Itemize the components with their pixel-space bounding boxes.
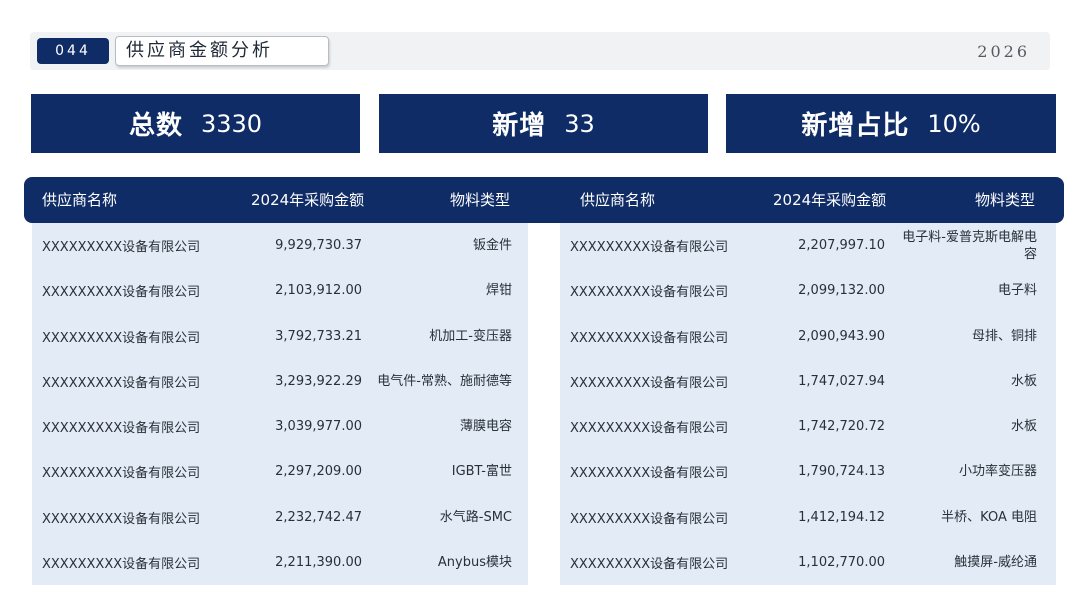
table-row: XXXXXXXXX设备有限公司 2,090,943.90 母排、铜排 <box>560 314 1056 359</box>
table-row: XXXXXXXXX设备有限公司 2,099,132.00 电子料 <box>560 268 1056 313</box>
material-type-cell: 触摸屏-威纶通 <box>954 554 1037 570</box>
year-label: 2026 <box>977 42 1030 61</box>
stat-new: 新增 33 <box>379 94 708 153</box>
table-row: XXXXXXXXX设备有限公司 1,747,027.94 水板 <box>560 359 1056 404</box>
material-type-cell: 薄膜电容 <box>459 419 512 435</box>
amount-cell: 1,742,720.72 <box>798 419 885 435</box>
table-row: XXXXXXXXX设备有限公司 2,297,209.00 IGBT-富世 <box>32 449 528 494</box>
material-type-cell: 水板 <box>1010 419 1037 435</box>
column-header-amount-right: 2024年采购金额 <box>773 191 887 209</box>
table-row: XXXXXXXXX设备有限公司 2,232,742.47 水气路-SMC <box>32 495 528 540</box>
table-panel-left: XXXXXXXXX设备有限公司 9,929,730.37 钣金件 XXXXXXX… <box>32 223 528 585</box>
amount-cell: 2,090,943.90 <box>798 328 885 344</box>
column-header-amount-left: 2024年采购金额 <box>251 191 365 209</box>
material-type-cell: 水板 <box>1010 373 1037 389</box>
material-type-cell: 小功率变压器 <box>958 464 1037 480</box>
amount-cell: 1,747,027.94 <box>798 373 885 389</box>
amount-cell: 1,102,770.00 <box>798 554 885 570</box>
column-header-type-left: 物料类型 <box>450 191 511 209</box>
amount-cell: 2,297,209.00 <box>275 464 362 480</box>
stat-total-value: 3330 <box>200 109 263 138</box>
table-row: XXXXXXXXX设备有限公司 3,039,977.00 薄膜电容 <box>32 404 528 449</box>
stat-new-label: 新增 <box>492 111 547 141</box>
table-row: XXXXXXXXX设备有限公司 3,293,922.29 电气件-常熟、施耐德等 <box>32 359 528 404</box>
stat-total-label: 总数 <box>128 111 183 141</box>
stat-new-ratio-label: 新增占比 <box>801 111 910 141</box>
material-type-cell: 半桥、KOA 电阻 <box>941 509 1037 525</box>
table-row: XXXXXXXXX设备有限公司 1,412,194.12 半桥、KOA 电阻 <box>560 495 1056 540</box>
table-row: XXXXXXXXX设备有限公司 9,929,730.37 钣金件 <box>32 223 528 268</box>
column-header-supplier-right: 供应商名称 <box>580 191 656 209</box>
table-row: XXXXXXXXX设备有限公司 2,207,997.10 电子料-爱普克斯电解电… <box>560 223 1056 268</box>
amount-cell: 2,099,132.00 <box>798 283 885 299</box>
material-type-cell: 焊钳 <box>485 283 512 299</box>
material-type-cell: 机加工-变压器 <box>429 328 512 344</box>
amount-cell: 3,293,922.29 <box>275 373 362 389</box>
material-type-cell: 电子料 <box>997 283 1037 299</box>
stat-total: 总数 3330 <box>31 94 360 153</box>
stat-new-ratio: 新增占比 10% <box>726 94 1056 153</box>
page-title-box: 供应商金额分析 <box>115 36 329 66</box>
amount-cell: 3,792,733.21 <box>275 328 362 344</box>
amount-cell: 1,790,724.13 <box>798 464 885 480</box>
table-row: XXXXXXXXX设备有限公司 2,103,912.00 焊钳 <box>32 268 528 313</box>
page-number: 044 <box>37 38 109 64</box>
amount-cell: 2,232,742.47 <box>275 509 362 525</box>
table-row: XXXXXXXXX设备有限公司 2,211,390.00 Anybus模块 <box>32 540 528 585</box>
material-type-cell: 钣金件 <box>472 238 512 254</box>
material-type-cell: Anybus模块 <box>437 554 512 570</box>
amount-cell: 2,211,390.00 <box>275 554 362 570</box>
table-row: XXXXXXXXX设备有限公司 1,790,724.13 小功率变压器 <box>560 449 1056 494</box>
table-row: XXXXXXXXX设备有限公司 1,742,720.72 水板 <box>560 404 1056 449</box>
table-row: XXXXXXXXX设备有限公司 3,792,733.21 机加工-变压器 <box>32 314 528 359</box>
amount-cell: 3,039,977.00 <box>275 419 362 435</box>
table-row: XXXXXXXXX设备有限公司 1,102,770.00 触摸屏-威纶通 <box>560 540 1056 585</box>
material-type-cell: 水气路-SMC <box>439 509 512 525</box>
material-type-cell: 电气件-常熟、施耐德等 <box>377 373 512 389</box>
table-panel-right: XXXXXXXXX设备有限公司 2,207,997.10 电子料-爱普克斯电解电… <box>560 223 1056 585</box>
stat-new-ratio-value: 10% <box>927 109 981 138</box>
table-header: 供应商名称 2024年采购金额 物料类型 供应商名称 2024年采购金额 物料类… <box>24 177 1064 223</box>
amount-cell: 2,103,912.00 <box>275 283 362 299</box>
material-type-cell: IGBT-富世 <box>451 464 512 480</box>
amount-cell: 9,929,730.37 <box>275 238 362 254</box>
column-header-supplier-left: 供应商名称 <box>42 191 118 209</box>
column-header-type-right: 物料类型 <box>975 191 1036 209</box>
stat-new-value: 33 <box>564 109 595 138</box>
material-type-cell: 电子料-爱普克斯电解电容 <box>902 229 1037 262</box>
material-type-cell: 母排、铜排 <box>971 328 1037 344</box>
page-title: 供应商金额分析 <box>126 40 273 61</box>
amount-cell: 1,412,194.12 <box>798 509 885 525</box>
amount-cell: 2,207,997.10 <box>798 238 885 254</box>
